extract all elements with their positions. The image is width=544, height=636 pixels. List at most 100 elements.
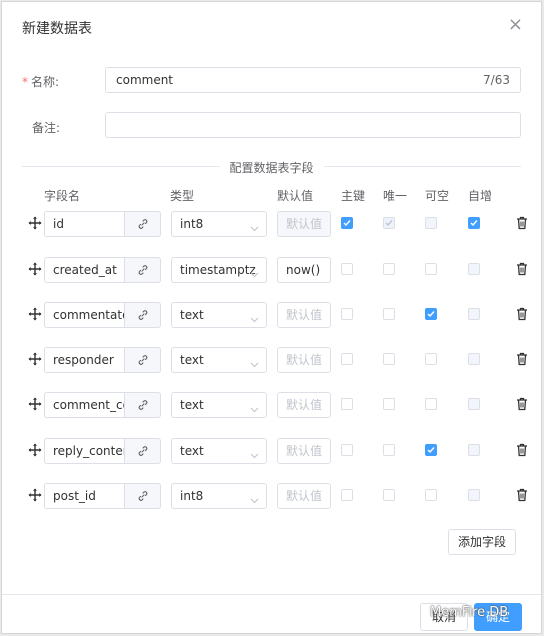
primary-key-checkbox[interactable] [341,217,353,229]
default-value-input[interactable]: 默认值 [277,347,331,373]
table-name-input[interactable]: comment 7/63 [105,67,521,93]
field-row: responder text 默认值 [2,346,541,374]
default-value-input: 默认值 [277,211,331,237]
delete-field-icon[interactable] [516,307,528,324]
default-value-input[interactable]: 默认值 [277,438,331,464]
field-type-value: int8 [180,489,204,503]
delete-field-icon[interactable] [516,443,528,460]
delete-field-icon[interactable] [516,216,528,233]
field-name-value: comment_content [53,398,124,412]
field-type-select[interactable]: text [171,302,267,328]
unique-checkbox[interactable] [383,353,395,365]
chevron-down-icon [250,357,259,371]
nullable-checkbox[interactable] [425,489,437,501]
field-type-select[interactable]: int8 [171,483,267,509]
auto-increment-checkbox[interactable] [468,217,480,229]
nullable-checkbox[interactable] [425,308,437,320]
primary-key-checkbox[interactable] [341,398,353,410]
default-value-text: 默认值 [286,217,323,231]
drag-handle-icon[interactable] [28,488,42,502]
drag-handle-icon[interactable] [28,216,42,230]
field-name-input[interactable]: commentator [44,302,125,328]
field-row: comment_content text 默认值 [2,391,541,419]
default-value-input[interactable]: now() [277,257,331,283]
field-name-input[interactable]: id [44,211,125,237]
primary-key-checkbox[interactable] [341,444,353,456]
default-value-input[interactable]: 默认值 [277,302,331,328]
auto-increment-checkbox [468,353,480,365]
drag-handle-icon[interactable] [28,443,42,457]
foreign-key-link-button[interactable] [124,483,161,509]
nullable-checkbox[interactable] [425,444,437,456]
field-type-value: text [180,353,204,367]
col-header-primary: 主键 [341,189,366,203]
field-name-input[interactable]: created_at [44,257,125,283]
nullable-checkbox[interactable] [425,398,437,410]
primary-key-checkbox[interactable] [341,353,353,365]
auto-increment-checkbox [468,489,480,501]
foreign-key-link-button[interactable] [124,257,161,283]
add-field-button[interactable]: 添加字段 [448,529,516,555]
unique-checkbox[interactable] [383,444,395,456]
field-type-select[interactable]: text [171,347,267,373]
default-value-text: 默认值 [286,398,323,412]
dialog-title: 新建数据表 [22,21,92,37]
unique-checkbox[interactable] [383,489,395,501]
auto-increment-checkbox [468,398,480,410]
drag-handle-icon[interactable] [28,397,42,411]
table-name-value: comment [116,73,174,87]
foreign-key-link-button[interactable] [124,438,161,464]
field-name-input[interactable]: reply_content [44,438,125,464]
drag-handle-icon[interactable] [28,307,42,321]
field-name-value: post_id [53,489,96,503]
delete-field-icon[interactable] [516,488,528,505]
field-type-select[interactable]: int8 [171,211,267,237]
delete-field-icon[interactable] [516,352,528,369]
field-type-select[interactable]: timestamptz [171,257,267,283]
default-value-input[interactable]: 默认值 [277,392,331,418]
remark-input[interactable] [105,112,521,138]
unique-checkbox[interactable] [383,308,395,320]
col-header-field-name: 字段名 [44,189,81,203]
foreign-key-link-button[interactable] [124,211,161,237]
nullable-checkbox[interactable] [425,263,437,275]
section-title: 配置数据表字段 [219,159,324,176]
unique-checkbox[interactable] [383,398,395,410]
nullable-checkbox [425,217,437,229]
field-name-value: created_at [53,263,117,277]
foreign-key-link-button[interactable] [124,392,161,418]
default-value-input[interactable]: 默认值 [277,483,331,509]
foreign-key-link-button[interactable] [124,302,161,328]
default-value-text: 默认值 [286,444,323,458]
name-label-text: 名称: [31,75,60,89]
close-icon[interactable]: × [508,16,523,34]
drag-handle-icon[interactable] [28,352,42,366]
field-name-value: id [53,217,64,231]
remark-label: 备注: [32,121,61,135]
delete-field-icon[interactable] [516,397,528,414]
field-type-value: text [180,444,204,458]
delete-field-icon[interactable] [516,262,528,279]
field-name-input[interactable]: comment_content [44,392,125,418]
chevron-down-icon [250,221,259,235]
field-type-select[interactable]: text [171,392,267,418]
field-name-input[interactable]: post_id [44,483,125,509]
unique-checkbox[interactable] [383,263,395,275]
col-header-default: 默认值 [277,189,314,203]
default-value-text: 默认值 [286,489,323,503]
chevron-down-icon [250,448,259,462]
primary-key-checkbox[interactable] [341,489,353,501]
primary-key-checkbox[interactable] [341,308,353,320]
nullable-checkbox[interactable] [425,353,437,365]
field-type-select[interactable]: text [171,438,267,464]
primary-key-checkbox[interactable] [341,263,353,275]
foreign-key-link-button[interactable] [124,347,161,373]
field-row: reply_content text 默认值 [2,437,541,465]
drag-handle-icon[interactable] [28,262,42,276]
field-row: created_at timestamptz now() [2,256,541,284]
chevron-down-icon [250,312,259,326]
default-value-text: 默认值 [286,353,323,367]
field-row: post_id int8 默认值 [2,482,541,510]
col-header-unique: 唯一 [383,189,408,203]
field-name-input[interactable]: responder [44,347,125,373]
